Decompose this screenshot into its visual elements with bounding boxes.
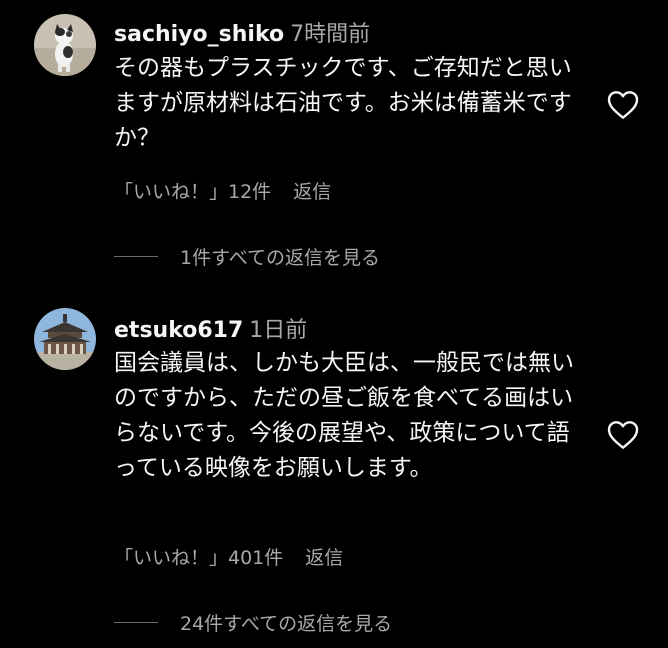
heart-outline-icon[interactable] bbox=[607, 90, 639, 120]
view-replies-label[interactable]: 24件すべての返信を見る bbox=[180, 609, 392, 636]
view-replies-label[interactable]: 1件すべての返信を見る bbox=[180, 243, 380, 270]
avatar[interactable] bbox=[34, 14, 96, 76]
reply-button[interactable]: 返信 bbox=[293, 181, 331, 203]
temple-photo-avatar bbox=[34, 308, 96, 370]
like-count[interactable]: 「いいね！」12件 bbox=[114, 181, 271, 203]
comment-text: 国会議員は、しかも大臣は、一般民では無いのですから、ただの昼ご飯を食べてる画はい… bbox=[114, 350, 574, 481]
comment-username[interactable]: sachiyo_shiko 7時間前 bbox=[114, 16, 370, 48]
comment-timestamp: 7時間前 bbox=[290, 22, 371, 47]
divider-line bbox=[114, 621, 158, 623]
view-replies-button[interactable]: 24件すべての返信を見る bbox=[114, 609, 392, 636]
reply-button[interactable]: 返信 bbox=[305, 547, 343, 569]
heart-outline-icon[interactable] bbox=[607, 420, 639, 450]
cat-photo-avatar bbox=[34, 14, 96, 76]
view-replies-button[interactable]: 1件すべての返信を見る bbox=[114, 243, 380, 270]
comment-actions: 「いいね！」12件 返信 bbox=[114, 177, 353, 204]
comment-timestamp: 1日前 bbox=[249, 318, 308, 343]
like-count[interactable]: 「いいね！」401件 bbox=[114, 547, 283, 569]
avatar[interactable] bbox=[34, 308, 96, 370]
username-text[interactable]: sachiyo_shiko bbox=[114, 22, 284, 47]
comment-text: その器もプラスチックです、ご存知だと思いますが原材料は石油です。お米は備蓄米です… bbox=[114, 55, 572, 151]
comment-username[interactable]: etsuko617 1日前 bbox=[114, 312, 307, 344]
username-text[interactable]: etsuko617 bbox=[114, 318, 243, 343]
divider-line bbox=[114, 255, 158, 257]
comment-actions: 「いいね！」401件 返信 bbox=[114, 543, 365, 570]
